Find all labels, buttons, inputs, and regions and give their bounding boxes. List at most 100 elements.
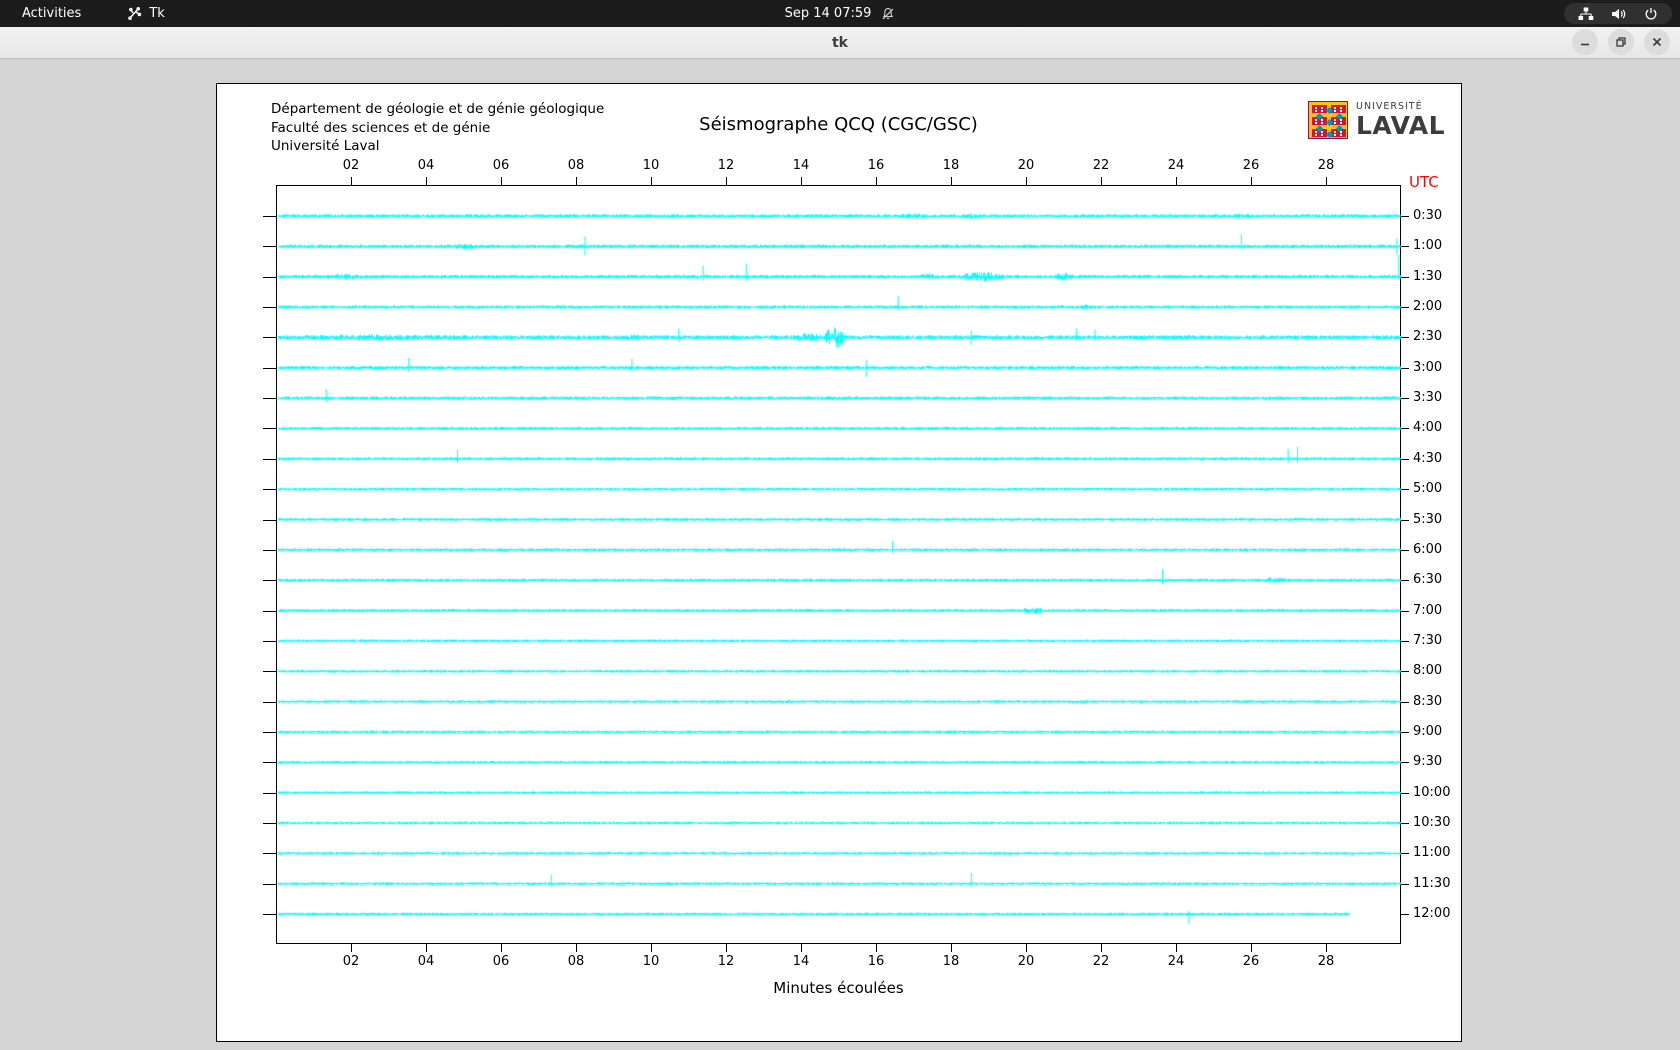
x-tick-label-bottom: 10 <box>642 954 660 969</box>
x-tick-top <box>501 177 502 185</box>
x-tick-top <box>1101 177 1102 185</box>
row-tick-left <box>263 731 276 733</box>
x-tick-top <box>1176 177 1177 185</box>
row-tick-right <box>1401 671 1409 673</box>
x-tick-label-top: 14 <box>792 158 810 173</box>
row-tick-left <box>263 580 276 582</box>
row-tick-right <box>1401 276 1409 278</box>
power-icon <box>1644 7 1658 21</box>
window-title: tk <box>831 34 848 51</box>
x-tick-bottom <box>726 944 727 952</box>
utc-time-label: 3:30 <box>1413 390 1443 406</box>
x-tick-top <box>1326 177 1327 185</box>
utc-time-label: 3:00 <box>1413 359 1443 375</box>
x-tick-label-top: 10 <box>642 158 660 173</box>
x-tick-bottom <box>1251 944 1252 952</box>
utc-time-label: 12:00 <box>1413 906 1451 922</box>
row-tick-right <box>1401 216 1409 217</box>
activities-button[interactable]: Activities <box>16 6 87 21</box>
utc-time-label: 2:30 <box>1413 329 1443 345</box>
clock[interactable]: Sep 14 07:59 <box>785 6 872 21</box>
utc-time-label: 5:00 <box>1413 481 1443 497</box>
utc-time-label: 6:00 <box>1413 541 1443 557</box>
row-tick-right <box>1401 337 1409 339</box>
notifications-muted-icon[interactable] <box>881 7 895 21</box>
x-tick-label-bottom: 04 <box>417 954 435 969</box>
x-tick-label-bottom: 12 <box>717 954 735 969</box>
utc-time-label: 9:00 <box>1413 723 1443 739</box>
gnome-top-bar: Activities Tk Sep 14 07:59 <box>0 0 1680 27</box>
utc-time-label: 9:30 <box>1413 754 1443 770</box>
row-tick-right <box>1401 883 1409 885</box>
row-tick-left <box>263 276 276 278</box>
utc-time-label: 6:30 <box>1413 572 1443 588</box>
x-tick-label-bottom: 16 <box>867 954 885 969</box>
x-tick-label-bottom: 06 <box>492 954 510 969</box>
x-tick-top <box>1026 177 1027 185</box>
utc-time-label: 10:30 <box>1413 815 1451 830</box>
row-tick-left <box>263 398 276 400</box>
row-tick-left <box>263 883 276 885</box>
x-tick-label-top: 16 <box>867 158 885 173</box>
row-tick-right <box>1401 458 1409 460</box>
maximize-button[interactable] <box>1608 29 1634 55</box>
row-tick-left <box>263 428 276 430</box>
x-tick-bottom <box>651 944 652 952</box>
row-tick-left <box>263 914 276 916</box>
row-tick-right <box>1401 398 1409 400</box>
row-tick-left <box>263 762 276 764</box>
utc-time-label: 8:30 <box>1413 693 1443 709</box>
x-tick-label-top: 22 <box>1092 158 1110 173</box>
row-tick-left <box>263 307 276 309</box>
utc-time-label: 4:00 <box>1413 420 1443 436</box>
row-tick-right <box>1401 307 1409 309</box>
row-tick-right <box>1401 762 1409 764</box>
utc-time-label: 11:30 <box>1413 875 1451 891</box>
x-tick-top <box>1251 177 1252 185</box>
x-tick-top <box>951 177 952 185</box>
x-tick-bottom <box>1176 944 1177 952</box>
row-tick-right <box>1401 580 1409 582</box>
x-axis-title: Minutes écoulées <box>773 979 904 997</box>
x-tick-label-bottom: 18 <box>942 954 960 969</box>
window-titlebar[interactable]: tk <box>0 27 1680 59</box>
row-tick-right <box>1401 701 1409 703</box>
x-tick-bottom <box>1101 944 1102 952</box>
logo-text-laval: LAVAL <box>1356 110 1446 140</box>
app-menu[interactable]: Tk <box>127 6 165 21</box>
x-tick-top <box>426 177 427 185</box>
row-tick-right <box>1401 610 1409 612</box>
system-tray[interactable] <box>1564 3 1672 24</box>
row-tick-right <box>1401 914 1409 916</box>
plot-title: Séismographe QCQ (CGC/GSC) <box>699 114 978 135</box>
utc-time-label: 4:30 <box>1413 450 1443 466</box>
row-tick-right <box>1401 246 1409 248</box>
utc-time-label: 1:00 <box>1413 238 1443 254</box>
row-tick-left <box>263 549 276 551</box>
x-tick-bottom <box>801 944 802 952</box>
row-tick-right <box>1401 428 1409 430</box>
volume-icon <box>1611 7 1627 21</box>
row-tick-left <box>263 458 276 460</box>
x-tick-bottom <box>1026 944 1027 952</box>
x-tick-label-bottom: 02 <box>342 954 360 969</box>
row-tick-left <box>263 671 276 673</box>
seismograph-canvas: Département de géologie et de génie géol… <box>216 83 1462 1042</box>
x-tick-bottom <box>576 944 577 952</box>
row-tick-left <box>263 246 276 248</box>
x-tick-top <box>876 177 877 185</box>
x-tick-top <box>651 177 652 185</box>
x-tick-top <box>801 177 802 185</box>
close-button[interactable] <box>1644 29 1670 55</box>
x-tick-bottom <box>876 944 877 952</box>
row-tick-right <box>1401 731 1409 733</box>
row-tick-left <box>263 640 276 642</box>
x-tick-bottom <box>951 944 952 952</box>
row-tick-left <box>263 216 276 217</box>
row-tick-right <box>1401 792 1409 794</box>
x-tick-bottom <box>426 944 427 952</box>
row-tick-left <box>263 519 276 521</box>
x-tick-top <box>351 177 352 185</box>
seismogram-traces <box>277 186 1401 943</box>
minimize-button[interactable] <box>1572 29 1598 55</box>
